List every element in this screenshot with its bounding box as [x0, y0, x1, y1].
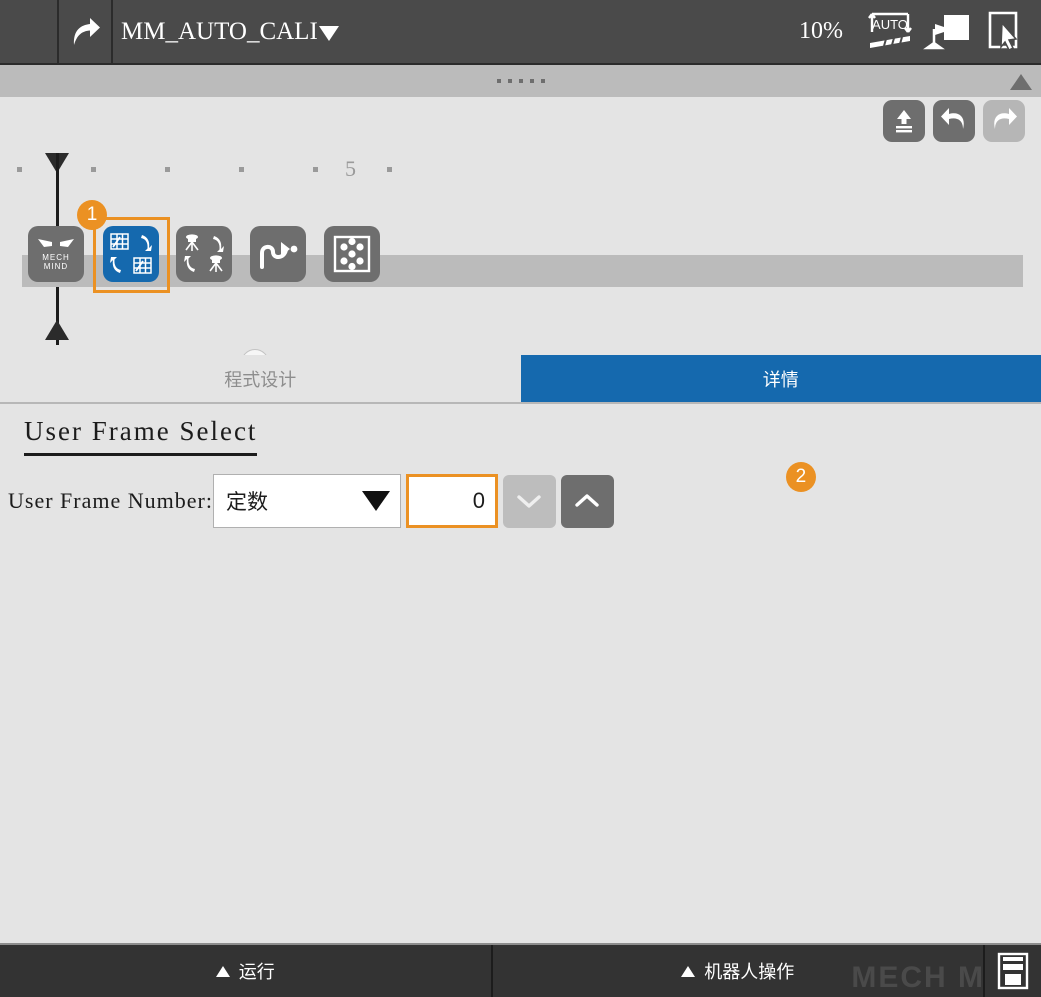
svg-text:AUTO: AUTO — [872, 17, 908, 32]
mech-mind-eyes-icon — [36, 237, 76, 251]
move-path-node[interactable] — [250, 226, 306, 282]
user-frame-type-select[interactable]: 定数 — [212, 474, 401, 528]
robot-operation-label: 机器人操作 — [704, 962, 795, 982]
app-root: MM_AUTO_CALI 10% AUTO 5 MECH MIND 1 程式设计… — [0, 0, 1041, 997]
ruler-tick — [387, 167, 392, 172]
user-frame-number-row: User Frame Number: 定数 2 0 — [8, 462, 816, 528]
editor-toolbar — [0, 97, 1041, 145]
drag-dots-icon — [497, 79, 545, 83]
ruler-tick — [91, 167, 96, 172]
triangle-up-icon — [215, 965, 230, 977]
speed-value[interactable]: 10% — [799, 18, 843, 45]
tool-swap-node[interactable] — [176, 226, 232, 282]
dot-grid-icon — [333, 235, 371, 273]
touch-panel-button[interactable] — [977, 9, 1035, 55]
section-title: User Frame Select — [24, 416, 258, 456]
save-disk-icon — [997, 952, 1029, 990]
node-pin-badge: 1 — [241, 349, 269, 355]
user-frame-number-label: User Frame Number: — [8, 488, 213, 513]
triangle-up-icon — [681, 965, 696, 977]
program-title[interactable]: MM_AUTO_CALI — [113, 0, 799, 63]
tool-swap-icon — [184, 234, 224, 272]
hamburger-list-icon — [8, 18, 49, 75]
user-frame-number-input[interactable]: 0 — [405, 474, 498, 528]
tool-frame-icon — [923, 14, 969, 49]
undo-icon — [941, 108, 964, 129]
auto-mode-icon: AUTO — [868, 12, 912, 48]
run-label: 运行 — [238, 962, 275, 982]
select-value: 定数 — [225, 491, 268, 514]
frame-swap-icon — [110, 233, 152, 274]
detail-tabs: 程式设计 详情 — [0, 355, 1041, 404]
auto-mode-button[interactable]: AUTO — [861, 10, 919, 54]
tool-frame-button[interactable] — [919, 10, 977, 54]
ruler-tick — [165, 167, 170, 172]
grid-points-node[interactable] — [324, 226, 380, 282]
ruler-tick — [17, 167, 22, 172]
mech-mind-label-1: MECH — [42, 253, 70, 262]
tab-details[interactable]: 详情 — [520, 355, 1041, 402]
flow-rail — [22, 255, 1023, 287]
robot-operation-button[interactable]: 机器人操作 — [493, 945, 985, 997]
caret-down-icon[interactable] — [318, 25, 339, 41]
mech-mind-label-2: MIND — [43, 262, 69, 271]
program-name: MM_AUTO_CALI — [121, 17, 318, 45]
save-button[interactable] — [985, 945, 1041, 997]
touch-panel-icon — [988, 11, 1018, 51]
tab-program-design[interactable]: 程式设计 — [0, 355, 521, 402]
playhead-up-triangle-icon — [45, 320, 69, 340]
stepper-up-button[interactable] — [560, 474, 614, 528]
pin-label: 1 — [241, 349, 269, 355]
ruler-tick — [313, 167, 318, 172]
program-flow-canvas[interactable]: 5 MECH MIND 1 — [0, 145, 1041, 355]
redo-icon — [994, 108, 1017, 129]
ruler-label: 5 — [345, 156, 356, 181]
chevron-up-icon — [575, 494, 600, 507]
stepper-down-button[interactable] — [502, 474, 556, 528]
step-badge-1: 1 — [77, 200, 107, 230]
triangle-up-icon[interactable] — [1010, 74, 1032, 90]
forward-button[interactable] — [59, 0, 113, 63]
caret-down-icon — [361, 491, 390, 511]
step-badge-2: 2 — [785, 462, 816, 492]
upload-button[interactable] — [883, 100, 925, 142]
menu-button[interactable] — [0, 0, 59, 75]
path-move-icon — [260, 242, 298, 269]
run-button[interactable]: 运行 — [0, 945, 493, 997]
undo-button[interactable] — [933, 100, 975, 142]
calibration-node[interactable] — [103, 226, 159, 282]
panel-drag-handle[interactable] — [0, 63, 1041, 97]
redo-button[interactable] — [983, 100, 1025, 142]
chevron-down-icon — [517, 495, 542, 508]
upload-icon — [896, 110, 912, 133]
bottom-bar: MECH M 运行 机器人操作 — [0, 943, 1041, 997]
forward-arrow-icon — [73, 17, 100, 45]
number-value: 0 — [472, 488, 485, 513]
detail-panel: User Frame Select User Frame Number: 定数 … — [0, 404, 1041, 943]
top-header: MM_AUTO_CALI 10% AUTO — [0, 0, 1041, 75]
header-right-group: 10% AUTO — [799, 0, 1041, 63]
timeline-ruler: 5 — [0, 145, 1041, 185]
mech-mind-logo-node[interactable]: MECH MIND — [28, 226, 84, 282]
ruler-tick — [239, 167, 244, 172]
